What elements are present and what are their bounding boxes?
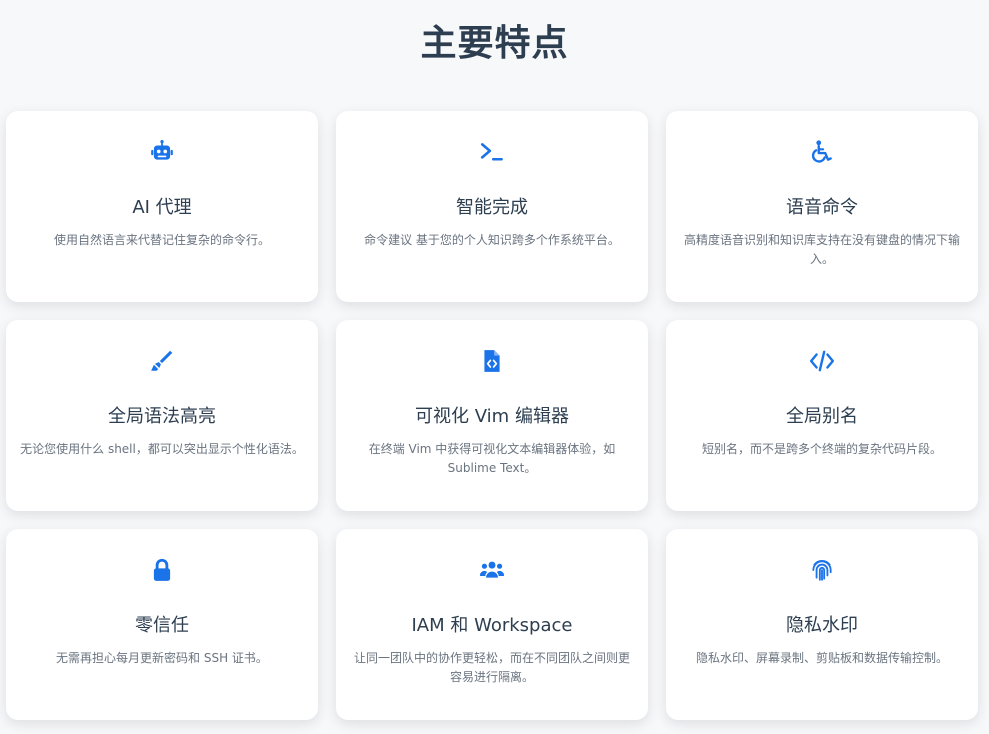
feature-title: 全局语法高亮: [108, 406, 216, 427]
fingerprint-icon: [666, 557, 978, 583]
feature-description: 使用自然语言来代替记住复杂的命令行。: [53, 233, 270, 247]
feature-title: 可视化 Vim 编辑器: [415, 406, 569, 427]
feature-description: 在终端 Vim 中获得可视化文本编辑器体验，如 Sublime Text。: [368, 442, 616, 475]
feature-description: 短别名，而不是跨多个终端的复杂代码片段。: [701, 442, 942, 456]
page-title: 主要特点: [420, 23, 569, 64]
feature-card-voice-command: 语音命令 高精度语音识别和知识库支持在没有键盘的情况下输入。: [666, 111, 978, 302]
feature-description: 让同一团队中的协作更轻松，而在不同团队之间则更容易进行隔离。: [353, 651, 630, 684]
feature-title: 智能完成: [456, 197, 528, 218]
feature-description: 无需再担心每月更新密码和 SSH 证书。: [56, 651, 268, 665]
feature-card-zero-trust: 零信任 无需再担心每月更新密码和 SSH 证书。: [6, 529, 318, 720]
feature-title: 零信任: [135, 615, 189, 636]
feature-card-global-alias: 全局别名 短别名，而不是跨多个终端的复杂代码片段。: [666, 320, 978, 511]
feature-description: 隐私水印、屏幕录制、剪贴板和数据传输控制。: [695, 651, 948, 665]
highlighter-icon: [6, 348, 318, 374]
lock-icon: [6, 557, 318, 583]
terminal-icon: [336, 139, 648, 165]
feature-description: 命令建议 基于您的个人知识跨多个作系统平台。: [364, 233, 620, 247]
users-icon: [336, 557, 648, 583]
feature-title: IAM 和 Workspace: [411, 615, 573, 636]
feature-title: AI 代理: [132, 197, 192, 218]
feature-card-iam-workspace: IAM 和 Workspace 让同一团队中的协作更轻松，而在不同团队之间则更容…: [336, 529, 648, 720]
code-icon: [666, 348, 978, 374]
file-code-icon: [336, 348, 648, 374]
features-grid: AI 代理 使用自然语言来代替记住复杂的命令行。 智能完成 命令建议 基于您的个…: [6, 111, 978, 720]
feature-card-syntax-highlight: 全局语法高亮 无论您使用什么 shell，都可以突出显示个性化语法。: [6, 320, 318, 511]
wheelchair-icon: [666, 139, 978, 165]
feature-description: 高精度语音识别和知识库支持在没有键盘的情况下输入。: [683, 233, 960, 266]
feature-description: 无论您使用什么 shell，都可以突出显示个性化语法。: [20, 442, 304, 456]
feature-card-vim-editor: 可视化 Vim 编辑器 在终端 Vim 中获得可视化文本编辑器体验，如 Subl…: [336, 320, 648, 511]
feature-title: 隐私水印: [786, 615, 858, 636]
feature-card-privacy-watermark: 隐私水印 隐私水印、屏幕录制、剪贴板和数据传输控制。: [666, 529, 978, 720]
feature-title: 全局别名: [786, 406, 858, 427]
feature-title: 语音命令: [786, 197, 858, 218]
feature-card-smart-completion: 智能完成 命令建议 基于您的个人知识跨多个作系统平台。: [336, 111, 648, 302]
robot-icon: [6, 139, 318, 165]
feature-card-ai-agent: AI 代理 使用自然语言来代替记住复杂的命令行。: [6, 111, 318, 302]
